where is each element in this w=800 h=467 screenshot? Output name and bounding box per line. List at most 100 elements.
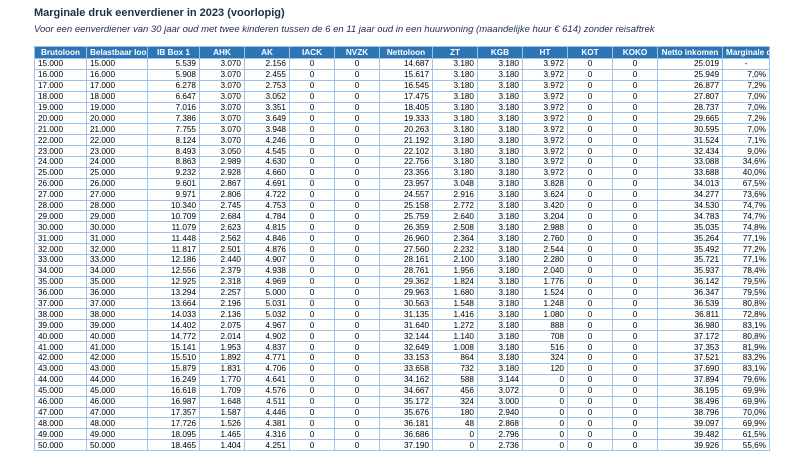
table-cell: 80,8% xyxy=(722,330,770,343)
table-cell: 0 xyxy=(567,341,613,354)
table-cell: 0 xyxy=(567,156,613,168)
column-header: KOKO xyxy=(612,46,658,59)
table-cell: 0 xyxy=(334,101,380,114)
table-cell: 0 xyxy=(334,123,380,136)
table-cell: 39.000 xyxy=(34,319,87,332)
table-cell: 0 xyxy=(334,254,380,266)
table-cell: 0 xyxy=(612,254,658,266)
table-cell: 0 xyxy=(567,286,613,299)
spreadsheet-page: Marginale druk eenverdiener in 2023 (voo… xyxy=(0,0,800,467)
table-cell: 0 xyxy=(612,210,658,223)
table-cell: 0 xyxy=(289,297,335,310)
table-cell: 4.907 xyxy=(244,254,290,266)
table-cell: 3.180 xyxy=(432,166,478,179)
table-cell: 0 xyxy=(289,145,335,158)
table-cell: 29.000 xyxy=(86,210,148,223)
table-cell: 2.745 xyxy=(199,199,245,212)
table-cell: 2.868 xyxy=(477,417,523,430)
table-cell: 49.000 xyxy=(86,428,148,441)
table-cell: 0 xyxy=(612,373,658,386)
table-cell: 4.784 xyxy=(244,210,290,223)
table-cell: 0 xyxy=(334,58,380,70)
table-cell: 324 xyxy=(432,395,478,408)
table-cell: 79,5% xyxy=(722,286,770,299)
table-cell: 28.000 xyxy=(86,199,148,212)
table-cell: 0 xyxy=(289,373,335,386)
table-cell: 26.960 xyxy=(379,232,433,245)
table-cell: 30.000 xyxy=(34,221,87,234)
table-cell: 33.658 xyxy=(379,362,433,375)
table-cell: 35.264 xyxy=(657,232,723,245)
table-cell: 37.894 xyxy=(657,373,723,386)
table-cell: 0 xyxy=(289,123,335,136)
table-cell: 0 xyxy=(522,406,568,419)
table-cell: 33.088 xyxy=(657,156,723,168)
table-cell: 0 xyxy=(612,145,658,158)
table-cell: 17.000 xyxy=(34,79,87,92)
table-cell: 0 xyxy=(612,112,658,125)
table-cell: 0 xyxy=(567,90,613,103)
table-cell: 4.545 xyxy=(244,145,290,158)
table-cell: 38.796 xyxy=(657,406,723,419)
table-cell: 18.095 xyxy=(147,428,200,441)
table-cell: 34.162 xyxy=(379,373,433,386)
table-cell: 324 xyxy=(522,352,568,364)
table-cell: 2.544 xyxy=(522,243,568,256)
table-cell: 4.641 xyxy=(244,373,290,386)
table-cell: 3.070 xyxy=(199,112,245,125)
table-cell: 3.180 xyxy=(477,210,523,223)
table-cell: 0 xyxy=(567,101,613,114)
table-cell: 0 xyxy=(289,352,335,364)
table-cell: 3.180 xyxy=(432,112,478,125)
table-cell: 3.180 xyxy=(477,145,523,158)
table-cell: 11.448 xyxy=(147,232,200,245)
table-cell: 0 xyxy=(567,406,613,419)
table-cell: 3.180 xyxy=(477,254,523,266)
table-cell: 3.180 xyxy=(477,58,523,70)
table-cell: 0 xyxy=(612,330,658,343)
table-cell: 3.204 xyxy=(522,210,568,223)
table-cell: 19.000 xyxy=(34,101,87,114)
table-cell: 39.000 xyxy=(86,319,148,332)
table-row: 32.000 32.000 11.817 2.501 4.876 0 0 27.560 2.23… xyxy=(34,243,770,256)
table-cell: 2.136 xyxy=(199,308,245,321)
table-cell: 0 xyxy=(432,428,478,441)
table-row: 40.000 40.000 14.772 2.014 4.902 0 0 32.144 1.14… xyxy=(34,330,770,343)
table-cell: 0 xyxy=(289,417,335,430)
table-cell: 46.000 xyxy=(34,395,87,408)
table-cell: 3.070 xyxy=(199,101,245,114)
table-cell: 3.624 xyxy=(522,188,568,201)
table-cell: 8.124 xyxy=(147,134,200,147)
table-row: 44.000 44.000 16.249 1.770 4.641 0 0 34.162 588 3… xyxy=(34,373,770,386)
table-cell: 0 xyxy=(567,308,613,321)
table-cell: 27.000 xyxy=(86,188,148,201)
table-cell: 4.511 xyxy=(244,395,290,408)
table-cell: 3.948 xyxy=(244,123,290,136)
table-cell: 3.828 xyxy=(522,177,568,190)
table-cell: 0 xyxy=(334,210,380,223)
table-cell: 27.560 xyxy=(379,243,433,256)
table-cell: 0 xyxy=(289,243,335,256)
table-cell: 0 xyxy=(289,210,335,223)
table-cell: 9.232 xyxy=(147,166,200,179)
table-cell: 3.180 xyxy=(477,199,523,212)
table-cell: 4.753 xyxy=(244,199,290,212)
table-cell: 0 xyxy=(334,275,380,288)
table-cell: 15.141 xyxy=(147,341,200,354)
table-cell: 35.172 xyxy=(379,395,433,408)
table-cell: 9,0% xyxy=(722,145,770,158)
table-cell: 18.000 xyxy=(86,90,148,103)
table-cell: 73,6% xyxy=(722,188,770,201)
table-cell: 83,1% xyxy=(722,362,770,375)
table-cell: 0 xyxy=(612,188,658,201)
table-cell: 4.846 xyxy=(244,232,290,245)
table-cell: 25.000 xyxy=(34,166,87,179)
table-cell: 0 xyxy=(334,112,380,125)
table-cell: 0 xyxy=(289,79,335,92)
table-cell: 38.496 xyxy=(657,395,723,408)
table-cell: 0 xyxy=(522,395,568,408)
table-cell: 4.706 xyxy=(244,362,290,375)
table-cell: 31.640 xyxy=(379,319,433,332)
table-cell: 1.140 xyxy=(432,330,478,343)
table-cell: 3.972 xyxy=(522,79,568,92)
